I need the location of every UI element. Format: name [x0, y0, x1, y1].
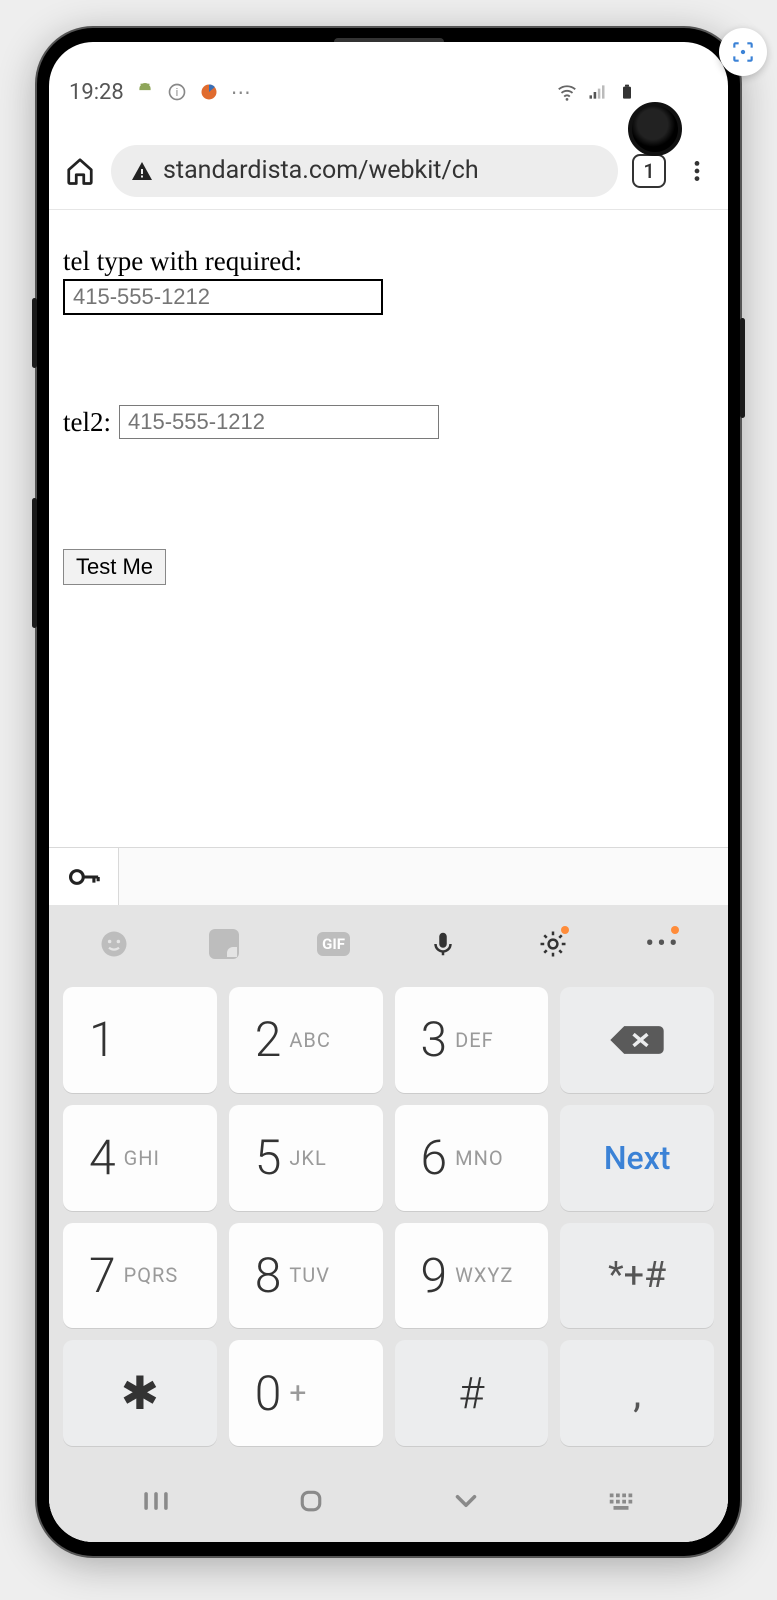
key-symbols[interactable]: *+#: [560, 1223, 714, 1329]
browser-menu-button[interactable]: [680, 154, 714, 188]
power-button: [740, 318, 745, 418]
key-comma[interactable]: ,: [560, 1340, 714, 1446]
key-next[interactable]: Next: [560, 1105, 714, 1211]
wifi-icon: [556, 81, 578, 103]
tab-switcher[interactable]: 1: [632, 154, 666, 188]
more-icon: ⋯: [230, 81, 252, 103]
key-star[interactable]: ✱: [63, 1340, 217, 1446]
soft-keyboard: GIF •••: [49, 905, 728, 1460]
emoji-icon[interactable]: [92, 922, 136, 966]
insecure-site-icon: [129, 158, 155, 184]
key-8[interactable]: 8TUV: [229, 1223, 383, 1329]
tel1-label: tel type with required:: [63, 246, 714, 277]
autofill-strip: [49, 847, 728, 907]
battery-icon: [616, 81, 638, 103]
tel2-input[interactable]: [119, 405, 439, 439]
sticker-icon[interactable]: [202, 922, 246, 966]
browser-icon: [198, 81, 220, 103]
browser-toolbar: standardista.com/webkit/ch 1: [49, 132, 728, 210]
keyboard-layout-button[interactable]: [597, 1477, 645, 1525]
phone-frame: 19:28 i ⋯: [37, 28, 740, 1556]
settings-icon[interactable]: [531, 922, 575, 966]
status-time: 19:28: [69, 80, 124, 105]
key-3[interactable]: 3DEF: [395, 987, 549, 1093]
key-2[interactable]: 2ABC: [229, 987, 383, 1093]
key-7[interactable]: 7PQRS: [63, 1223, 217, 1329]
key-hash[interactable]: #: [395, 1340, 549, 1446]
hide-keyboard-button[interactable]: [442, 1477, 490, 1525]
camera-hole: [628, 102, 682, 156]
address-bar[interactable]: standardista.com/webkit/ch: [111, 145, 618, 197]
tel1-input[interactable]: [63, 279, 383, 315]
svg-text:i: i: [175, 86, 178, 99]
key-4[interactable]: 4GHI: [63, 1105, 217, 1211]
keypad: 1 2ABC 3DEF 4GHI 5JKL 6MNO Next 7PQRS: [49, 983, 728, 1460]
test-button[interactable]: Test Me: [63, 549, 166, 585]
key-backspace[interactable]: [560, 987, 714, 1093]
volume-up-button: [32, 298, 37, 368]
home-button[interactable]: [63, 154, 97, 188]
keyboard-toolbar: GIF •••: [49, 905, 728, 983]
kb-more-icon[interactable]: •••: [641, 922, 685, 966]
tab-count: 1: [643, 159, 654, 183]
nav-bar: [49, 1460, 728, 1542]
signal-icon: [586, 81, 608, 103]
android-icon: [134, 81, 156, 103]
key-9[interactable]: 9WXYZ: [395, 1223, 549, 1329]
password-key-icon[interactable]: [49, 848, 119, 906]
info-icon: i: [166, 81, 188, 103]
mic-icon[interactable]: [421, 922, 465, 966]
key-0[interactable]: 0+: [229, 1340, 383, 1446]
web-content: tel type with required: tel2: Test Me: [49, 210, 728, 1542]
tel2-label: tel2:: [63, 407, 111, 438]
key-6[interactable]: 6MNO: [395, 1105, 549, 1211]
status-bar: 19:28 i ⋯: [49, 42, 728, 112]
home-nav-button[interactable]: [287, 1477, 335, 1525]
key-1[interactable]: 1: [63, 987, 217, 1093]
gif-icon[interactable]: GIF: [312, 922, 356, 966]
volume-down-button: [32, 498, 37, 628]
autofill-suggestions[interactable]: [119, 848, 728, 906]
recent-apps-button[interactable]: [132, 1477, 180, 1525]
screenshot-fab[interactable]: [719, 28, 767, 76]
url-text: standardista.com/webkit/ch: [163, 156, 479, 185]
key-5[interactable]: 5JKL: [229, 1105, 383, 1211]
